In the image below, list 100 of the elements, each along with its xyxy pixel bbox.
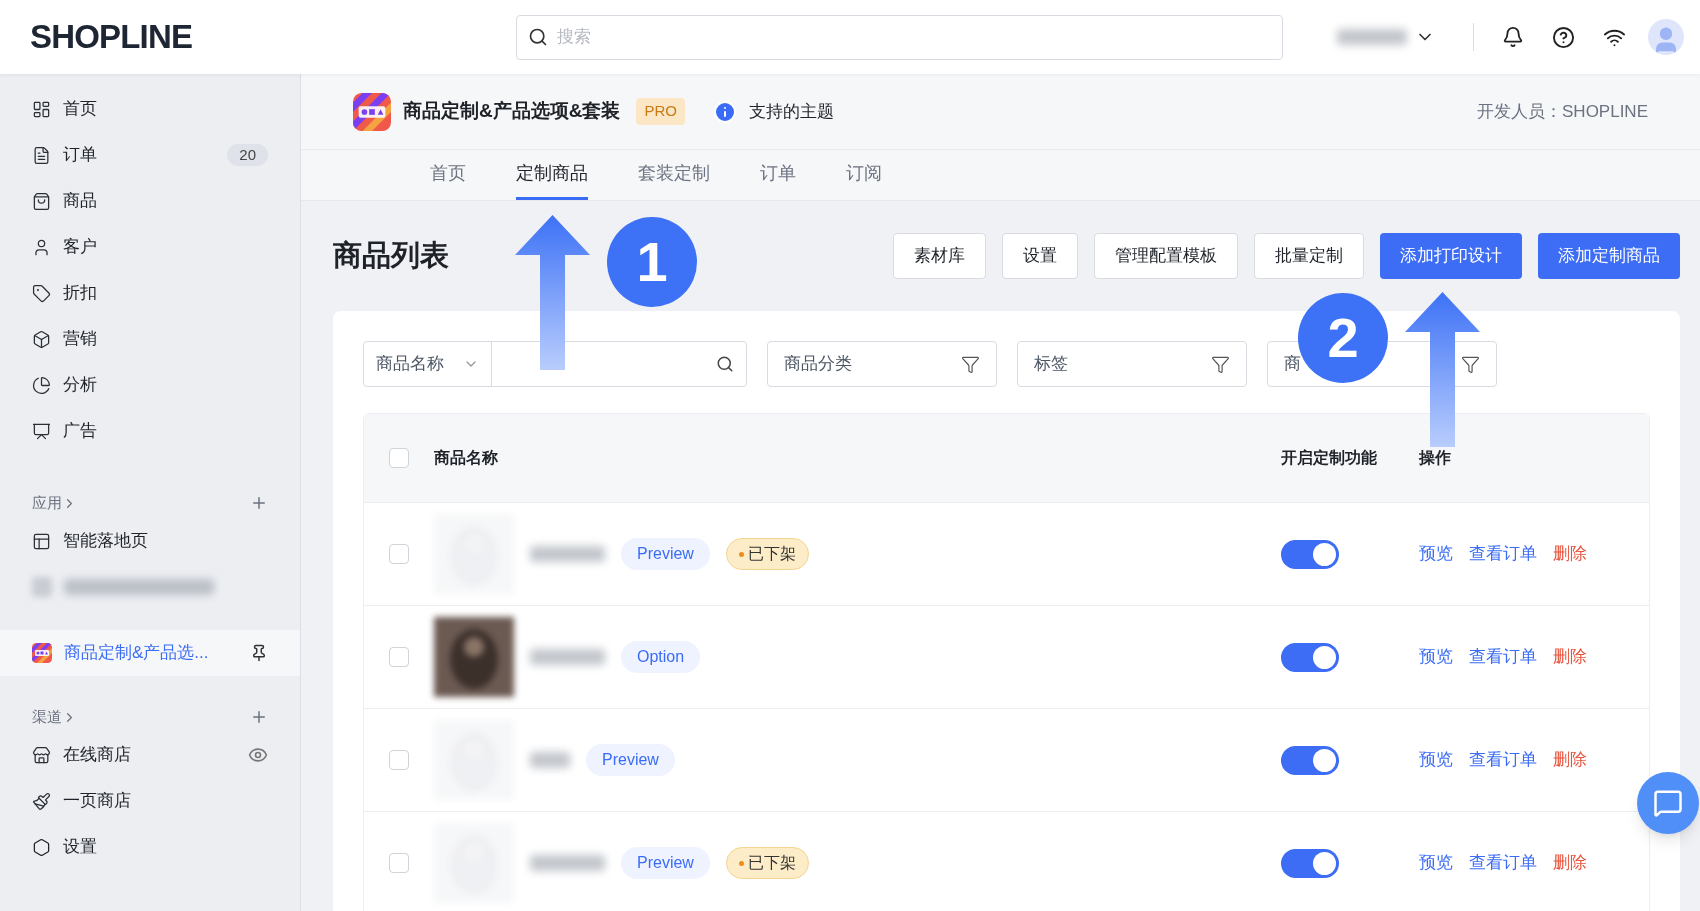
sidebar-item[interactable]: 广告 — [0, 408, 300, 454]
sidebar-item[interactable]: 设置 — [0, 824, 300, 870]
type-chip: Preview — [621, 847, 710, 879]
action-link[interactable]: 预览 — [1419, 644, 1453, 670]
sidebar-label: 一页商店 — [63, 790, 132, 813]
sidebar-label: 分析 — [63, 374, 98, 397]
checkbox[interactable] — [389, 448, 409, 468]
developer-label: 开发人员：SHOPLINE — [1477, 100, 1648, 123]
sidebar-item[interactable]: 订单 20 — [0, 132, 300, 178]
sidebar-label: 客户 — [63, 236, 98, 259]
filter-dropdown[interactable]: 商品分类 — [767, 341, 997, 387]
filter-icon — [961, 354, 980, 374]
sidebar-item[interactable]: 商品 — [0, 178, 300, 224]
help-icon[interactable] — [1552, 25, 1575, 49]
type-chip: Preview — [586, 744, 675, 776]
checkbox[interactable] — [389, 544, 409, 564]
toolbar-button[interactable]: 设置 — [1002, 233, 1078, 279]
add-icon[interactable] — [250, 494, 268, 512]
search-field[interactable]: 搜索 — [516, 14, 1283, 60]
hexagon-icon — [32, 837, 51, 857]
app-logo-icon — [32, 643, 52, 663]
person-icon — [32, 237, 51, 257]
toolbar-button[interactable]: 素材库 — [893, 233, 986, 279]
themes-link[interactable]: 支持的主题 — [748, 98, 834, 125]
column-header: 商品名称 — [434, 448, 499, 468]
sidebar-item[interactable]: 营销 — [0, 316, 300, 362]
sidebar-item[interactable]: 一页商店 — [0, 778, 300, 824]
column-header: 开启定制功能 — [1281, 448, 1378, 468]
action-link[interactable]: 查看订单 — [1469, 644, 1537, 670]
action-link[interactable]: 删除 — [1553, 850, 1587, 876]
filter-icon — [1211, 354, 1230, 374]
sidebar-label: 在线商店 — [63, 744, 132, 767]
filter-icon — [1461, 354, 1480, 374]
pin-icon[interactable] — [250, 644, 268, 662]
redacted-text — [530, 752, 570, 768]
tab[interactable]: 订阅 — [846, 150, 882, 200]
action-link[interactable]: 查看订单 — [1469, 747, 1537, 773]
tab[interactable]: 首页 — [430, 150, 466, 200]
section-heading[interactable]: 应用 — [32, 491, 62, 515]
action-link[interactable]: 预览 — [1419, 850, 1453, 876]
count-badge: 20 — [227, 143, 268, 167]
search-icon — [528, 26, 548, 47]
column-header: 操作 — [1419, 448, 1452, 468]
toggle-switch[interactable] — [1281, 745, 1339, 775]
checkbox[interactable] — [389, 750, 409, 770]
action-link[interactable]: 查看订单 — [1469, 541, 1537, 567]
status-tag: 已下架 — [725, 847, 809, 879]
pie-chart-icon — [32, 375, 51, 395]
tab[interactable]: 套装定制 — [638, 150, 710, 200]
toolbar-button[interactable]: 管理配置模板 — [1094, 233, 1238, 279]
filter-dropdown[interactable]: 标签 — [1017, 341, 1247, 387]
bag-icon — [32, 191, 51, 211]
sidebar-item[interactable]: 折扣 — [0, 270, 300, 316]
action-link[interactable]: 查看订单 — [1469, 850, 1537, 876]
sidebar-label: 广告 — [63, 420, 98, 443]
app-title: 商品定制&产品选项&套装 — [403, 99, 621, 124]
status-tag: 已下架 — [725, 538, 809, 570]
sidebar-item[interactable]: 客户 — [0, 224, 300, 270]
sidebar-item[interactable]: 分析 — [0, 362, 300, 408]
notification-icon[interactable] — [1502, 26, 1524, 48]
tab[interactable]: 定制商品 — [516, 150, 588, 200]
toolbar-button[interactable]: 批量定制 — [1254, 233, 1364, 279]
sidebar-item[interactable]: 智能落地页 — [0, 518, 300, 564]
sidebar-label: 订单 — [63, 144, 98, 167]
avatar[interactable] — [1648, 19, 1684, 55]
toolbar-button[interactable]: 添加打印设计 — [1380, 233, 1522, 279]
logo[interactable]: SHOPLINE — [0, 12, 516, 62]
sidebar-label: 营销 — [63, 328, 98, 351]
add-icon[interactable] — [250, 708, 268, 726]
action-link[interactable]: 删除 — [1553, 541, 1587, 567]
tab[interactable]: 订单 — [760, 150, 796, 200]
action-link[interactable]: 删除 — [1553, 644, 1587, 670]
sidebar-item[interactable]: 商品定制&产品选... — [0, 630, 300, 676]
eye-icon[interactable] — [248, 745, 268, 765]
sidebar-item[interactable]: 首页 — [0, 86, 300, 132]
type-chip: Preview — [621, 538, 710, 570]
app-logo-icon — [353, 92, 391, 131]
redacted-icon — [32, 577, 52, 597]
document-icon — [32, 145, 51, 165]
checkbox[interactable] — [389, 853, 409, 873]
action-link[interactable]: 删除 — [1553, 747, 1587, 773]
toggle-switch[interactable] — [1281, 539, 1339, 569]
sidebar-label: 设置 — [63, 836, 97, 859]
dashboard-icon — [32, 99, 51, 119]
sidebar-label: 商品定制&产品选... — [64, 642, 210, 665]
section-heading[interactable]: 渠道 — [32, 705, 62, 729]
toggle-switch[interactable] — [1281, 848, 1339, 878]
action-link[interactable]: 预览 — [1419, 541, 1453, 567]
store-icon — [32, 745, 51, 765]
sidebar-item[interactable]: 在线商店 — [0, 732, 300, 778]
action-link[interactable]: 预览 — [1419, 747, 1453, 773]
toggle-switch[interactable] — [1281, 642, 1339, 672]
redacted-text — [1337, 29, 1407, 45]
checkbox[interactable] — [389, 647, 409, 667]
toolbar-button[interactable]: 添加定制商品 — [1538, 233, 1680, 279]
info-icon — [712, 99, 737, 124]
sidebar-label: 智能落地页 — [63, 530, 149, 553]
page-title: 商品列表 — [333, 238, 449, 274]
sidebar-label: 折扣 — [63, 282, 98, 305]
chat-icon — [1653, 788, 1683, 818]
